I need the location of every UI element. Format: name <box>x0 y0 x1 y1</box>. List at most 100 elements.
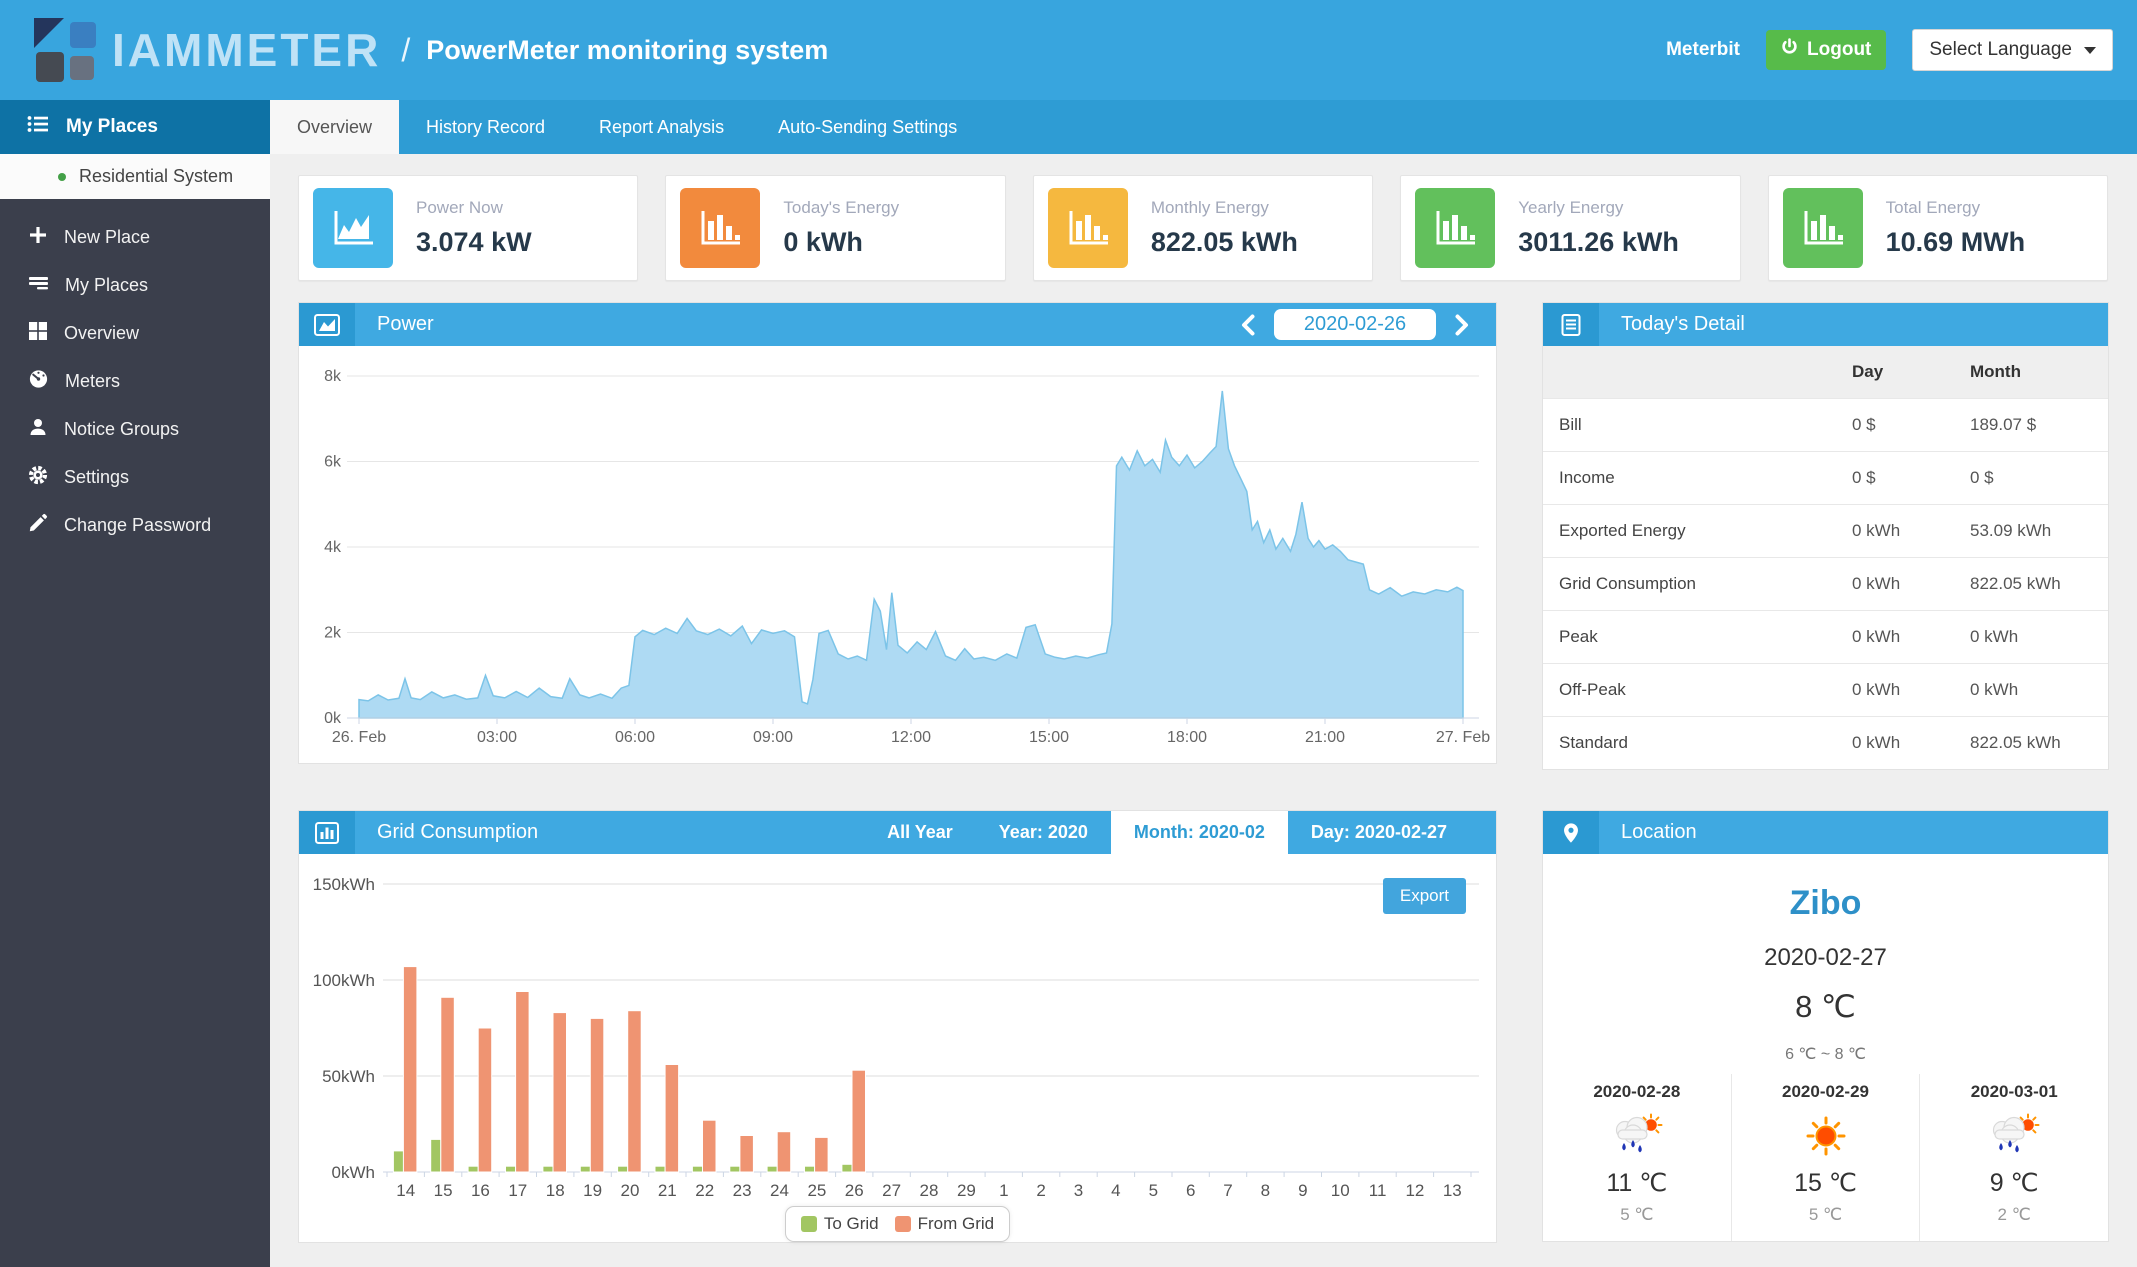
svg-text:29: 29 <box>957 1181 976 1200</box>
sidebar-item-new-place[interactable]: New Place <box>0 213 270 261</box>
stat-label: Total Energy <box>1885 198 1981 217</box>
svg-text:06:00: 06:00 <box>615 729 655 746</box>
sun-rain-icon <box>1986 1112 2042 1160</box>
list-icon <box>28 273 49 298</box>
svg-text:12:00: 12:00 <box>891 729 931 746</box>
svg-text:21: 21 <box>658 1181 677 1200</box>
chevron-left-icon[interactable] <box>1241 314 1255 336</box>
sidebar-item-change-password[interactable]: Change Password <box>0 501 270 549</box>
forecast-day-2: 2020-02-29 15 ℃ 5 ℃ <box>1730 1074 1920 1241</box>
tab-report-analysis[interactable]: Report Analysis <box>572 100 751 154</box>
stat-cards-row: Power Now 3.074 kW Today's Energy 0 kWh <box>298 175 2109 281</box>
tab-overview[interactable]: Overview <box>270 100 400 154</box>
tab-year[interactable]: Year: 2020 <box>976 811 1111 854</box>
stat-card-total-energy: Total Energy 10.69 MWh <box>1767 175 2109 281</box>
document-icon <box>1543 303 1599 346</box>
gear-icon <box>28 465 48 490</box>
bar-chart-icon <box>299 811 355 854</box>
tab-day[interactable]: Day: 2020-02-27 <box>1288 811 1470 854</box>
tab-history-record[interactable]: History Record <box>399 100 572 154</box>
table-row: Peak 0 kWh 0 kWh <box>1543 610 2108 663</box>
table-row: Grid Consumption 0 kWh 822.05 kWh <box>1543 557 2108 610</box>
svg-text:2: 2 <box>1036 1181 1045 1200</box>
sun-rain-icon <box>1609 1112 1665 1160</box>
tab-auto-sending-settings[interactable]: Auto-Sending Settings <box>751 100 984 154</box>
tab-all-year[interactable]: All Year <box>864 811 976 854</box>
svg-text:21:00: 21:00 <box>1305 729 1345 746</box>
svg-text:0k: 0k <box>324 710 342 727</box>
svg-text:6k: 6k <box>324 454 342 471</box>
sidebar-item-settings[interactable]: Settings <box>0 453 270 501</box>
stat-label: Power Now <box>416 198 503 217</box>
pencil-icon <box>28 513 48 538</box>
svg-text:16: 16 <box>471 1181 490 1200</box>
stat-label: Yearly Energy <box>1518 198 1624 217</box>
current-temperature: 8 ℃ <box>1795 989 1856 1024</box>
area-chart-icon <box>313 188 393 268</box>
stat-value: 10.69 MWh <box>1885 227 2026 257</box>
current-date: 2020-02-27 <box>1764 944 1887 971</box>
panel-title: Power <box>377 313 434 335</box>
top-header: IAMMETER / PowerMeter monitoring system … <box>0 0 2137 100</box>
todays-detail-panel: Today's Detail Day Month Bill 0 $ 189.07… <box>1542 302 2109 770</box>
sidebar-item-notice-groups[interactable]: Notice Groups <box>0 405 270 453</box>
stat-label: Monthly Energy <box>1150 198 1269 217</box>
svg-text:26. Feb: 26. Feb <box>332 729 386 746</box>
chevron-right-icon[interactable] <box>1455 314 1469 336</box>
list-ul-icon <box>27 114 49 140</box>
temperature-range: 6 ℃ ~ 8 ℃ <box>1785 1046 1866 1063</box>
username-label: Meterbit <box>1666 39 1741 60</box>
svg-text:19: 19 <box>583 1181 602 1200</box>
legend-item-from-grid[interactable]: From Grid <box>894 1214 994 1234</box>
table-row: Exported Energy 0 kWh 53.09 kWh <box>1543 504 2108 557</box>
stat-label: Today's Energy <box>783 198 900 217</box>
app-window: IAMMETER / PowerMeter monitoring system … <box>0 0 2137 1267</box>
language-select-button[interactable]: Select Language <box>1912 29 2113 71</box>
svg-text:9: 9 <box>1298 1181 1307 1200</box>
sidebar-item-overview[interactable]: Overview <box>0 309 270 357</box>
power-chart: 0k 2k 4k 6k 8k 26. Feb 03:00 06:00 09:00 12:00 15:… <box>299 346 1496 763</box>
svg-text:3: 3 <box>1074 1181 1083 1200</box>
chevron-down-icon <box>2084 46 2096 54</box>
svg-text:17: 17 <box>508 1181 527 1200</box>
sidebar-section-my-places[interactable]: My Places <box>0 100 270 154</box>
sidebar: My Places Residential System New Place M… <box>0 100 270 1267</box>
svg-text:10: 10 <box>1331 1181 1350 1200</box>
column-header-month: Month <box>1970 361 2021 381</box>
svg-text:2k: 2k <box>324 625 342 642</box>
panel-title: Today's Detail <box>1621 313 1745 335</box>
svg-text:15: 15 <box>434 1181 453 1200</box>
table-row: Off-Peak 0 kWh 0 kWh <box>1543 663 2108 716</box>
svg-text:09:00: 09:00 <box>753 729 793 746</box>
tab-month[interactable]: Month: 2020-02 <box>1110 811 1288 854</box>
svg-text:0kWh: 0kWh <box>332 1163 375 1182</box>
svg-text:4: 4 <box>1111 1181 1120 1200</box>
svg-text:8k: 8k <box>324 368 342 385</box>
svg-text:20: 20 <box>621 1181 640 1200</box>
grid-icon <box>28 321 48 346</box>
svg-text:13: 13 <box>1443 1181 1462 1200</box>
stat-card-monthly-energy: Monthly Energy 822.05 kWh <box>1032 175 1374 281</box>
legend-item-to-grid[interactable]: To Grid <box>800 1214 879 1234</box>
svg-text:12: 12 <box>1405 1181 1424 1200</box>
logout-button[interactable]: Logout <box>1766 30 1887 70</box>
grid-range-tabs: All Year Year: 2020 Month: 2020-02 Day: … <box>864 811 1470 854</box>
date-input[interactable]: 2020-02-26 <box>1274 309 1436 340</box>
area-chart-icon <box>299 303 355 346</box>
sidebar-item-meters[interactable]: Meters <box>0 357 270 405</box>
sidebar-item-my-places[interactable]: My Places <box>0 261 270 309</box>
export-button[interactable]: Export <box>1382 878 1466 914</box>
stat-value: 3.074 kW <box>416 227 532 257</box>
svg-text:23: 23 <box>733 1181 752 1200</box>
city-name[interactable]: Zibo <box>1790 884 1862 923</box>
location-panel: Location Zibo 2020-02-27 8 ℃ 6 ℃ ~ 8 ℃ 2… <box>1542 810 2109 1242</box>
table-row: Income 0 $0 $ <box>1543 451 2108 504</box>
sidebar-item-residential-system[interactable]: Residential System <box>0 154 270 199</box>
column-header-day: Day <box>1852 361 1884 381</box>
plus-icon <box>28 225 48 250</box>
svg-text:6: 6 <box>1186 1181 1195 1200</box>
forecast-day-3: 2020-03-01 9 ℃ 2 ℃ <box>1919 1074 2108 1241</box>
panel-title: Location <box>1621 821 1697 843</box>
svg-text:7: 7 <box>1223 1181 1232 1200</box>
table-row: Bill 0 $189.07 $ <box>1543 398 2108 451</box>
